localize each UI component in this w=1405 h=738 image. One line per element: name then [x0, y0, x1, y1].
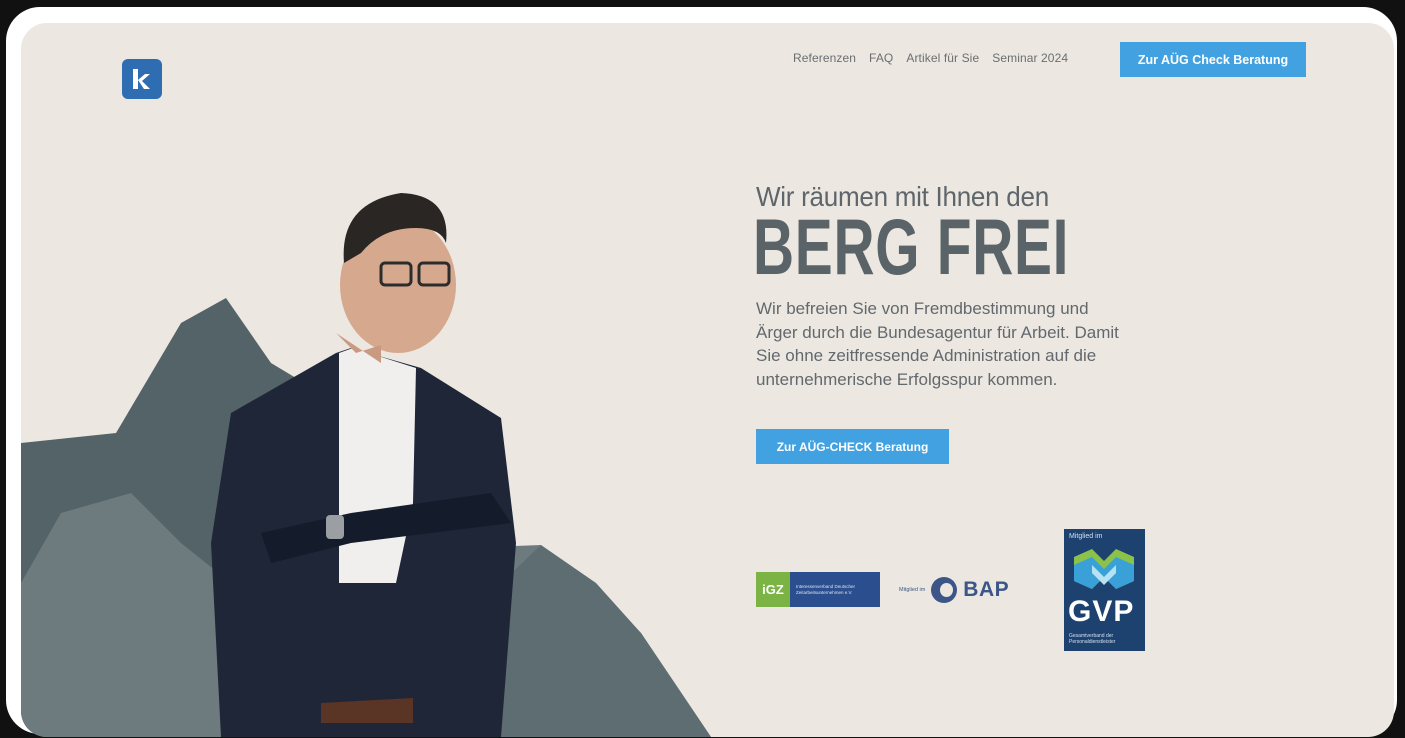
company-logo[interactable]	[122, 59, 162, 99]
hero-cta-button[interactable]: Zur AÜG-CHECK Beratung	[756, 429, 949, 464]
bap-badge: Mitglied im BAP	[899, 573, 1009, 607]
bap-logo-icon	[931, 577, 958, 603]
gvp-small-text: Gesamtverband der Personaldienstleister	[1069, 633, 1116, 645]
bap-text: BAP	[963, 578, 1010, 601]
header-cta-button[interactable]: Zur AÜG Check Beratung	[1120, 42, 1306, 77]
top-navigation: Referenzen FAQ Artikel für Sie Seminar 2…	[793, 51, 1068, 65]
bap-prefix: Mitglied im	[899, 587, 926, 593]
gvp-text: GVP	[1068, 595, 1135, 628]
browser-frame: Referenzen FAQ Artikel für Sie Seminar 2…	[6, 7, 1397, 737]
igz-logo-mark: iGZ	[756, 572, 790, 607]
hero-description: Wir befreien Sie von Fremdbestimmung und…	[756, 299, 1119, 389]
landing-page: Referenzen FAQ Artikel für Sie Seminar 2…	[21, 23, 1394, 737]
hero-title: BERG FREI	[753, 202, 1070, 291]
igz-badge: iGZ Interessenverband Deutscher Zeitarbe…	[756, 572, 880, 607]
logo-k-icon	[133, 69, 150, 89]
gvp-logo-icon	[1074, 549, 1134, 589]
nav-item-seminar[interactable]: Seminar 2024	[992, 51, 1068, 65]
igz-badge-text: Interessenverband Deutscher Zeitarbeitsu…	[796, 583, 856, 595]
gvp-top-text: Mitglied im	[1069, 533, 1103, 540]
gvp-badge: Mitglied im GVP Gesamtverband der Person…	[1064, 529, 1145, 651]
person-illustration	[211, 193, 516, 737]
mountain-illustration	[21, 193, 711, 737]
nav-item-referenzen[interactable]: Referenzen	[793, 51, 856, 65]
nav-item-artikel[interactable]: Artikel für Sie	[906, 51, 979, 65]
nav-item-faq[interactable]: FAQ	[869, 51, 893, 65]
